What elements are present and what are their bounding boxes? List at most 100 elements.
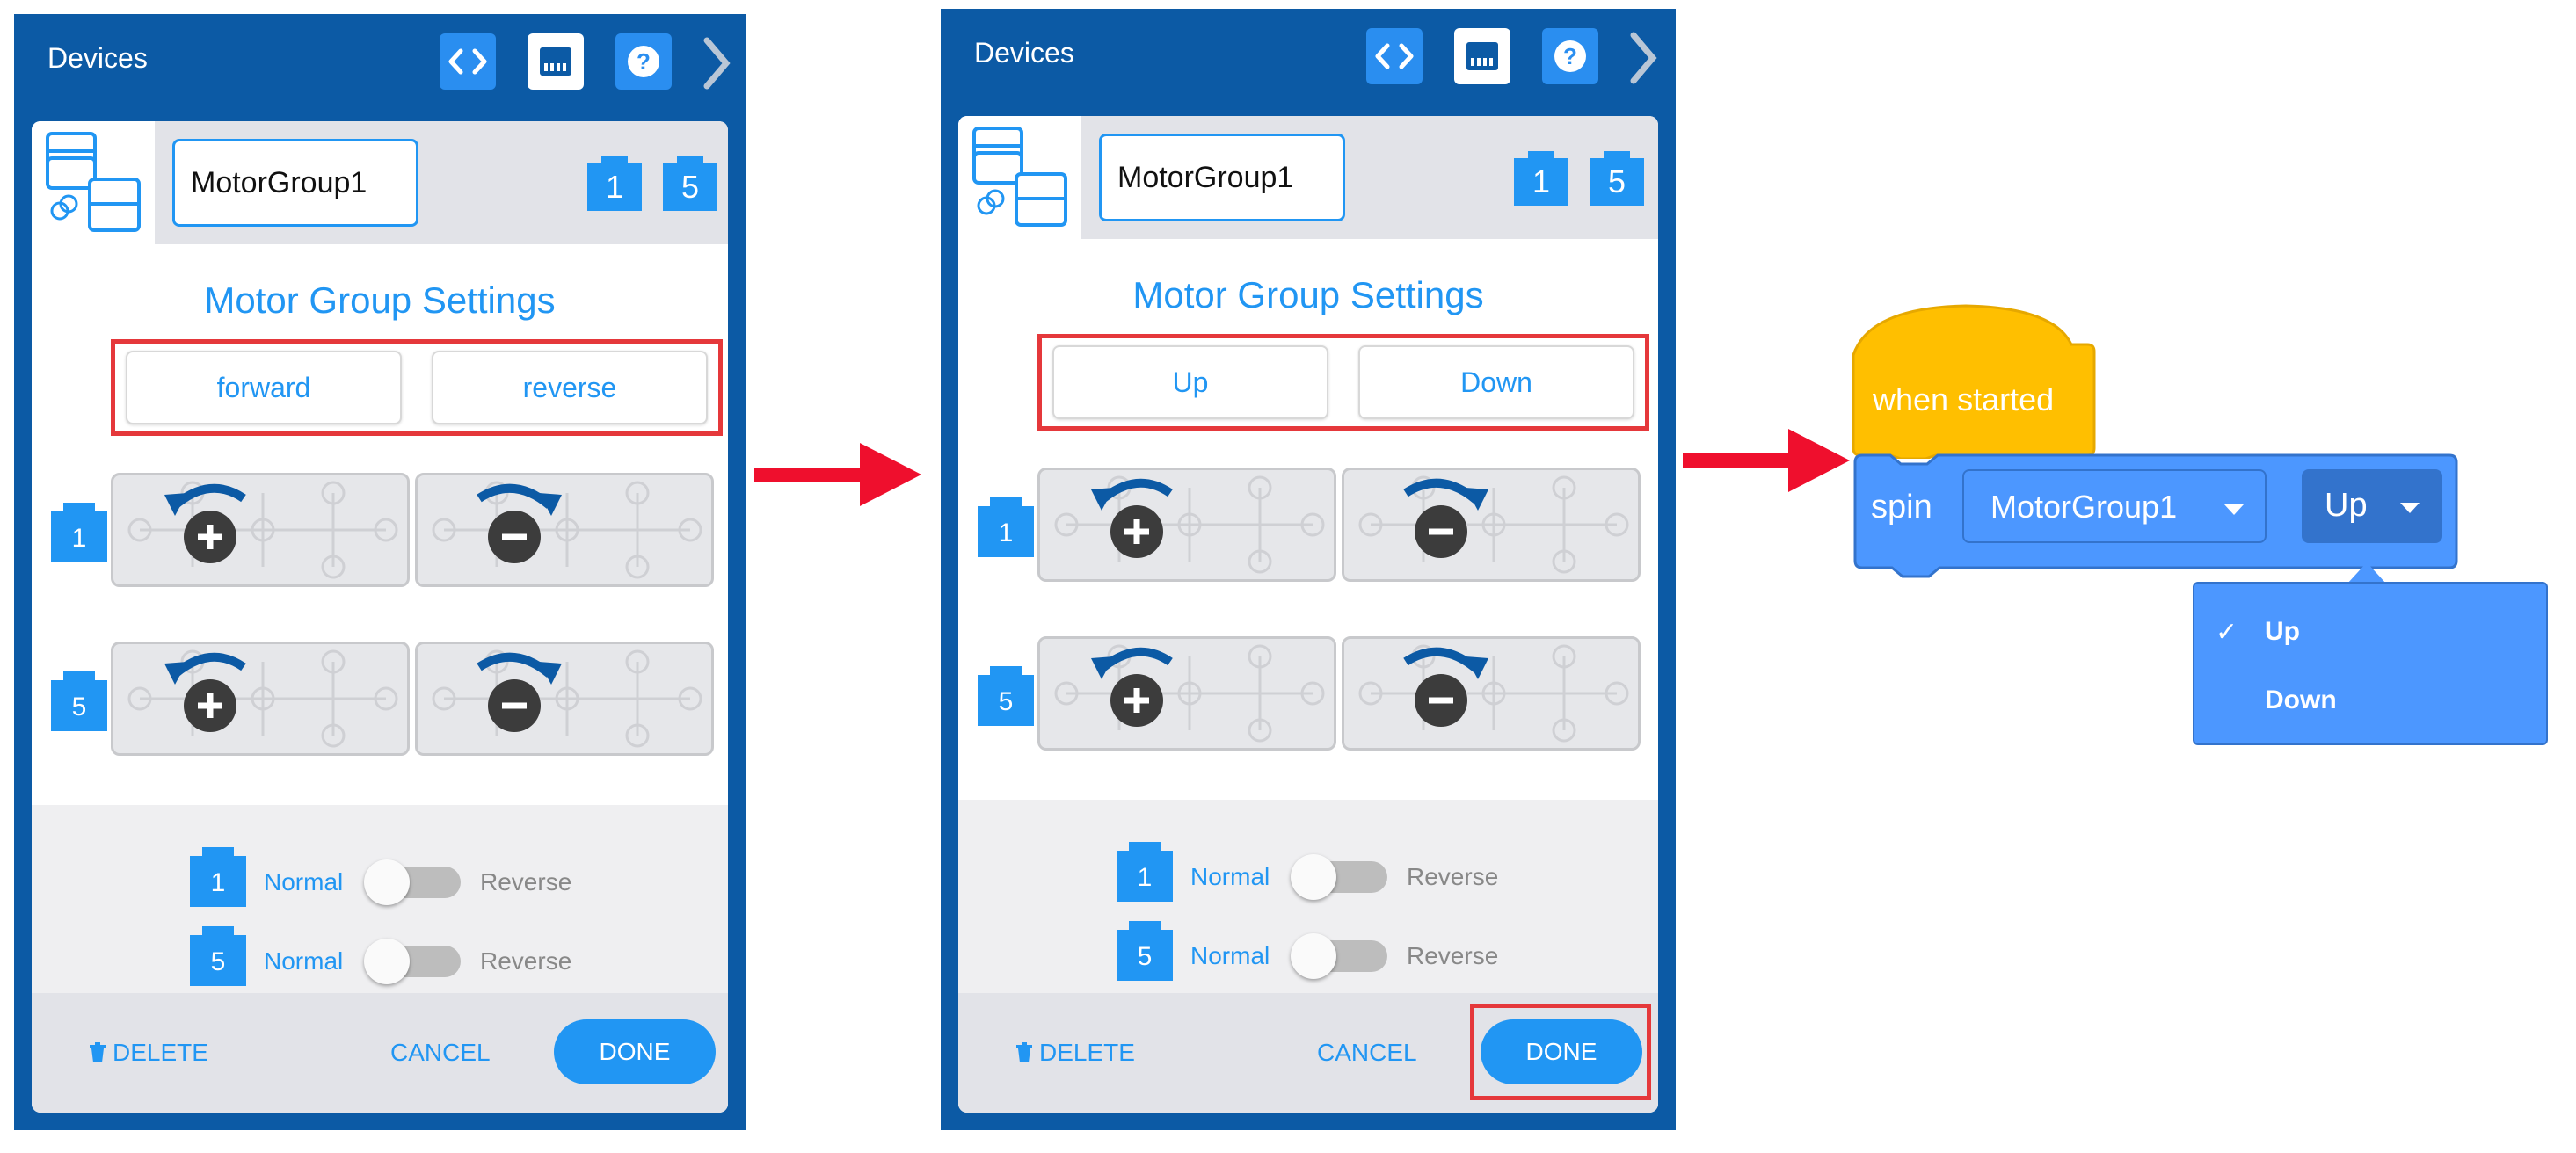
motor-port-label: 1: [998, 518, 1014, 547]
reverse-port-label: 1: [210, 868, 226, 897]
spin-down-button[interactable]: [1342, 636, 1641, 751]
done-button[interactable]: DONE: [1481, 1019, 1642, 1084]
motor-port-badge: 5: [978, 666, 1034, 726]
spin-forward-button[interactable]: [111, 473, 410, 587]
delete-label: DELETE: [113, 1039, 208, 1066]
arrow-right-icon: [754, 443, 921, 506]
motor-row-port-5: 5: [958, 636, 1658, 756]
motor-row-port-1: 1: [32, 473, 728, 592]
reverse-label: Reverse: [1407, 863, 1499, 890]
motor-group-settings-title: Motor Group Settings: [1132, 274, 1484, 315]
dropdown-option-down[interactable]: Down: [2194, 671, 2546, 724]
cancel-button[interactable]: CANCEL: [1317, 1039, 1417, 1067]
reverse-toggle[interactable]: [364, 939, 462, 984]
chevron-right-icon[interactable]: [700, 35, 735, 91]
motor-port-label: 1: [71, 524, 87, 553]
motor-row-port-5: 5: [32, 642, 728, 761]
dropdown-option-up[interactable]: ✓ Up: [2194, 603, 2546, 656]
motor-row-port-1: 1: [958, 468, 1658, 587]
dropdown-caret-icon: [2400, 503, 2420, 513]
forward-label-button[interactable]: forward: [126, 351, 402, 424]
spin-forward-button[interactable]: [111, 642, 410, 756]
reverse-label: Reverse: [1407, 942, 1499, 969]
delete-button[interactable]: DELETE: [88, 1039, 208, 1067]
dropdown-pointer: [2347, 562, 2386, 584]
chevron-right-icon[interactable]: [1626, 30, 1662, 86]
trash-icon: [90, 1042, 106, 1062]
reverse-port-badge: 5: [190, 926, 246, 986]
reverse-port-badge: 1: [190, 847, 246, 907]
spin-label: spin: [1871, 489, 1932, 526]
reverse-port-label: 5: [210, 947, 226, 976]
reverse-row-port-5: 5 Normal Reverse: [1117, 921, 1574, 991]
port-badge-1: 1: [1514, 151, 1568, 206]
device-name-field[interactable]: MotorGroup1: [1099, 134, 1345, 221]
topbar-title: Devices: [47, 42, 148, 74]
trash-icon: [1016, 1042, 1032, 1062]
delete-label: DELETE: [1039, 1039, 1135, 1066]
spin-reverse-button[interactable]: [415, 473, 714, 587]
motor-group-settings-title: Motor Group Settings: [204, 279, 556, 321]
direction-dropdown-value: Up: [2325, 487, 2368, 524]
reverse-row-port-1: 1 Normal Reverse: [1117, 842, 1574, 912]
reverse-toggle[interactable]: [1291, 854, 1389, 900]
devices-topbar: Devices ?: [14, 14, 746, 111]
devices-panel-after: Devices ? MotorGroup1 1 5 Motor Group Se…: [941, 9, 1676, 1130]
code-icon[interactable]: [440, 33, 496, 90]
motor-group-card: MotorGroup1 1 5 Motor Group Settings Up …: [958, 116, 1658, 1113]
reverse-settings: 1 Normal Reverse 5 Normal Reverse: [958, 800, 1658, 1011]
direction-labels-highlight: forward reverse: [111, 339, 723, 436]
motor-group-card: MotorGroup1 1 5 Motor Group Settings for…: [32, 121, 728, 1113]
brain-device-icon[interactable]: [528, 33, 584, 90]
up-label-button[interactable]: Up: [1052, 345, 1328, 419]
dropdown-caret-icon: [2224, 504, 2244, 515]
reverse-toggle[interactable]: [1291, 933, 1389, 979]
cancel-button[interactable]: CANCEL: [390, 1039, 491, 1067]
spin-up-button[interactable]: [1037, 636, 1336, 751]
when-started-label: when started: [1873, 381, 2055, 417]
spin-reverse-button[interactable]: [415, 642, 714, 756]
port-badge-label: 1: [1532, 163, 1551, 199]
port-badge-5: 5: [1590, 151, 1644, 206]
done-button[interactable]: DONE: [554, 1019, 716, 1084]
svg-text:?: ?: [1563, 43, 1577, 69]
device-header: MotorGroup1 1 5: [32, 121, 728, 244]
motor-port-badge: 5: [51, 671, 107, 731]
check-icon: ✓: [2216, 618, 2238, 647]
reverse-row-port-5: 5 Normal Reverse: [190, 926, 647, 997]
motor-group-dropdown[interactable]: MotorGroup1: [1962, 469, 2267, 543]
normal-label: Normal: [1190, 942, 1270, 969]
motor-port-label: 5: [998, 687, 1014, 716]
reverse-label: Reverse: [480, 868, 572, 896]
reverse-settings: 1 Normal Reverse 5 Normal Reverse: [32, 805, 728, 1016]
help-icon[interactable]: ?: [615, 33, 672, 90]
motor-group-icon: [32, 121, 155, 244]
reverse-port-label: 5: [1137, 942, 1153, 971]
code-icon[interactable]: [1366, 28, 1423, 84]
normal-label: Normal: [264, 947, 344, 975]
port-badge-5: 5: [663, 156, 717, 211]
dialog-footer: DELETE CANCEL DONE: [32, 993, 728, 1113]
delete-button[interactable]: DELETE: [1015, 1039, 1135, 1067]
direction-dropdown-menu: ✓ Up Down: [2193, 582, 2548, 745]
port-badge-1: 1: [587, 156, 642, 211]
direction-labels-highlight: Up Down: [1037, 334, 1649, 431]
normal-label: Normal: [264, 868, 344, 896]
port-badge-label: 5: [1607, 163, 1626, 199]
spin-down-button[interactable]: [1342, 468, 1641, 582]
topbar-title: Devices: [974, 37, 1074, 69]
brain-device-icon[interactable]: [1454, 28, 1510, 84]
port-badge-label: 1: [605, 169, 624, 205]
direction-dropdown[interactable]: Up: [2302, 469, 2442, 543]
help-icon[interactable]: ?: [1542, 28, 1598, 84]
device-name-field[interactable]: MotorGroup1: [172, 139, 418, 227]
dropdown-option-label: Up: [2265, 617, 2300, 646]
reverse-port-label: 1: [1137, 863, 1153, 892]
devices-topbar: Devices ?: [941, 9, 1676, 105]
spin-up-button[interactable]: [1037, 468, 1336, 582]
down-label-button[interactable]: Down: [1358, 345, 1634, 419]
reverse-label-button[interactable]: reverse: [432, 351, 708, 424]
devices-panel-before: Devices ? MotorGroup1 1 5 Motor Group Se…: [14, 14, 746, 1130]
motor-port-badge: 1: [978, 497, 1034, 557]
reverse-toggle[interactable]: [364, 859, 462, 905]
